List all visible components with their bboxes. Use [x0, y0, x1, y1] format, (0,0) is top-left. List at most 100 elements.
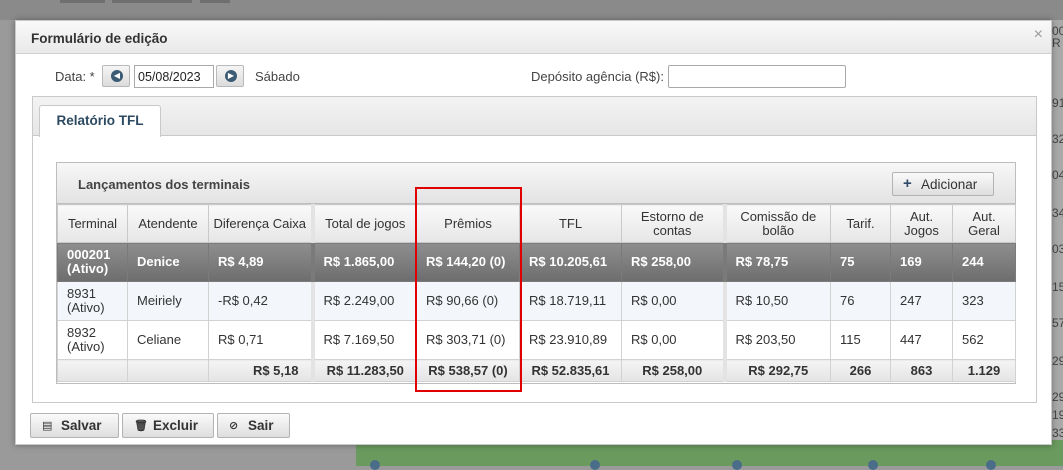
- tab-strip: Relatório TFL: [33, 97, 1036, 137]
- cell-tfl: R$ 18.719,11: [519, 281, 622, 321]
- plus-icon: +: [903, 175, 912, 192]
- cell-premios: R$ 90,66 (0): [416, 281, 520, 321]
- column-header-tfl[interactable]: TFL: [519, 204, 622, 243]
- cell-premios: R$ 144,20 (0): [416, 242, 520, 282]
- total-estorno: R$ 258,00: [621, 359, 725, 382]
- chevron-right-icon: ▶: [225, 70, 237, 82]
- save-button-label: Salvar: [61, 418, 102, 433]
- tab-panel: Relatório TFL Lançamentos dos terminais …: [32, 96, 1037, 403]
- table-row[interactable]: 8931 (Ativo) Meiriely -R$ 0,42 R$ 2.249,…: [57, 281, 1016, 321]
- cell-estorno: R$ 0,00: [621, 281, 725, 321]
- cell-total: R$ 1.865,00: [310, 242, 417, 282]
- total-empty-cell: [57, 359, 128, 382]
- cell-premios: R$ 303,71 (0): [416, 320, 520, 360]
- table-row[interactable]: 8932 (Ativo) Celiane R$ 0,71 R$ 7.169,50…: [57, 320, 1016, 360]
- delete-button[interactable]: 🗑 Excluir: [122, 413, 214, 438]
- background-text: 29: [1052, 390, 1063, 404]
- modal-header: Formulário de edição ×: [16, 21, 1051, 54]
- totals-row: R$ 5,18 R$ 11.283,50 R$ 538,57 (0) R$ 52…: [57, 359, 1016, 382]
- cell-total: R$ 7.169,50: [310, 320, 417, 360]
- background-dot: [590, 460, 600, 470]
- background-text: 34: [1052, 206, 1063, 220]
- column-header-premios[interactable]: Prêmios: [416, 204, 520, 243]
- grid-title: Lançamentos dos terminais: [78, 177, 250, 192]
- cell-atendente: Denice: [127, 242, 209, 282]
- column-header-diferenca-caixa[interactable]: Diferença Caixa: [208, 204, 313, 243]
- table-row[interactable]: 000201 (Ativo) Denice R$ 4,89 R$ 1.865,0…: [57, 242, 1016, 282]
- cell-comissao: R$ 10,50: [722, 281, 831, 321]
- background-dot: [868, 460, 878, 470]
- cell-comissao: R$ 78,75: [722, 242, 831, 282]
- column-header-estorno[interactable]: Estorno de contas: [621, 204, 725, 243]
- background-text: 33: [1052, 426, 1063, 440]
- total-diferenca: R$ 5,18: [208, 359, 313, 382]
- background-text: 03: [1052, 242, 1063, 256]
- background-tab: [112, 0, 192, 3]
- save-button[interactable]: ▤ Salvar: [30, 413, 119, 438]
- column-header-tarif[interactable]: Tarif.: [830, 204, 891, 243]
- cell-tfl: R$ 10.205,61: [519, 242, 622, 282]
- cell-aut-jogos: 247: [890, 281, 953, 321]
- cell-atendente: Meiriely: [127, 281, 209, 321]
- grid-title-bar: Lançamentos dos terminais + Adicionar: [57, 163, 1015, 204]
- background-dot: [986, 460, 996, 470]
- cell-tarif: 115: [830, 320, 891, 360]
- total-total-jogos: R$ 11.283,50: [310, 359, 417, 382]
- background-tab: [60, 0, 105, 3]
- column-header-aut-geral[interactable]: Aut. Geral: [952, 204, 1016, 243]
- cell-aut-jogos: 169: [890, 242, 953, 282]
- previous-date-button[interactable]: ◀: [102, 65, 130, 87]
- background-tab: [200, 0, 230, 3]
- next-date-button[interactable]: ▶: [216, 65, 244, 87]
- cell-terminal: 8931 (Ativo): [57, 281, 128, 321]
- background-text: 91: [1052, 96, 1063, 110]
- cell-estorno: R$ 0,00: [621, 320, 725, 360]
- delete-button-label: Excluir: [153, 418, 199, 433]
- cell-comissao: R$ 203,50: [722, 320, 831, 360]
- cell-aut-geral: 323: [952, 281, 1016, 321]
- background-topbar: [0, 0, 1063, 20]
- terminal-entries-grid: Lançamentos dos terminais + Adicionar Te…: [56, 162, 1016, 384]
- background-text: 32: [1052, 132, 1063, 146]
- column-header-terminal[interactable]: Terminal: [57, 204, 128, 243]
- weekday-label: Sábado: [255, 69, 300, 84]
- cell-aut-geral: 244: [952, 242, 1016, 282]
- column-header-comissao[interactable]: Comissão de bolão: [722, 204, 831, 243]
- cell-tarif: 75: [830, 242, 891, 282]
- background-right-column: 00 R 91 32 04 34 03 15 57 29 29 19 33: [1052, 20, 1063, 440]
- cell-aut-geral: 562: [952, 320, 1016, 360]
- total-tfl: R$ 52.835,61: [519, 359, 622, 382]
- column-header-atendente[interactable]: Atendente: [127, 204, 209, 243]
- add-button[interactable]: + Adicionar: [892, 172, 994, 196]
- column-header-aut-jogos[interactable]: Aut. Jogos: [890, 204, 953, 243]
- tab-relatorio-tfl[interactable]: Relatório TFL: [39, 105, 161, 137]
- chevron-left-icon: ◀: [111, 70, 123, 82]
- background-text: 19: [1052, 408, 1063, 422]
- cell-terminal: 000201 (Ativo): [57, 242, 128, 282]
- total-aut-jogos: 863: [890, 359, 953, 382]
- background-dot: [370, 460, 380, 470]
- exit-button[interactable]: ⊘ Sair: [217, 413, 290, 438]
- total-premios: R$ 538,57 (0): [416, 359, 520, 382]
- column-header-total-jogos[interactable]: Total de jogos: [310, 204, 417, 243]
- background-text: 04: [1052, 168, 1063, 182]
- total-tarif: 266: [830, 359, 891, 382]
- close-icon[interactable]: ×: [1034, 26, 1043, 44]
- background-dot: [732, 460, 742, 470]
- background-text: R: [1052, 36, 1061, 50]
- ban-icon: ⊘: [229, 420, 239, 432]
- total-aut-geral: 1.129: [952, 359, 1016, 382]
- deposit-label: Depósito agência (R$):: [531, 69, 664, 84]
- deposit-field[interactable]: [668, 65, 846, 88]
- edit-form-modal: Formulário de edição × Data: * ◀ ▶ Sábad…: [15, 20, 1052, 445]
- cell-terminal: 8932 (Ativo): [57, 320, 128, 360]
- date-field[interactable]: [134, 65, 214, 88]
- date-row: Data: * ◀ ▶ Sábado Depósito agência (R$)…: [16, 65, 1051, 91]
- add-button-label: Adicionar: [921, 177, 978, 192]
- background-text: 15: [1052, 280, 1063, 294]
- date-label: Data: *: [55, 69, 95, 84]
- cell-diferenca: R$ 4,89: [208, 242, 313, 282]
- cell-atendente: Celiane: [127, 320, 209, 360]
- cell-diferenca: R$ 0,71: [208, 320, 313, 360]
- background-text: 29: [1052, 354, 1063, 368]
